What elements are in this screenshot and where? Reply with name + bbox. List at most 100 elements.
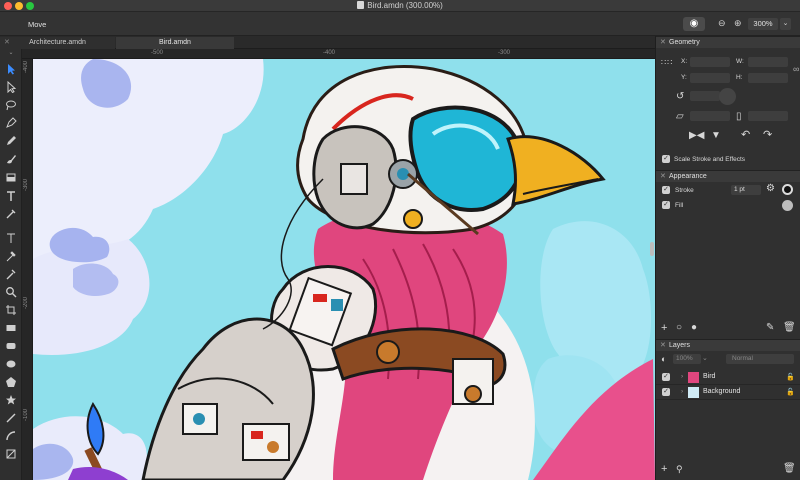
layer-thumbnail: [688, 387, 699, 398]
blend-mode-value[interactable]: Normal: [732, 355, 753, 362]
panel-title: Geometry: [669, 39, 700, 46]
pencil-icon[interactable]: [3, 133, 19, 149]
artwork-bird: [33, 59, 655, 480]
brush-clean-icon[interactable]: ✎: [766, 323, 774, 333]
fill-checkbox[interactable]: ✓: [662, 201, 670, 209]
brush-icon[interactable]: [3, 151, 19, 167]
w-label: W:: [736, 58, 744, 65]
delete-layer-icon[interactable]: 🗑: [783, 464, 796, 474]
tools-collapse-icon[interactable]: ⌄: [0, 49, 22, 57]
document-canvas[interactable]: [33, 59, 655, 480]
color-picker-icon[interactable]: [3, 248, 19, 264]
polygon-icon[interactable]: [3, 374, 19, 390]
eye-icon[interactable]: ◉: [683, 17, 705, 31]
zoom-icon[interactable]: [3, 284, 19, 300]
expand-chevron-icon[interactable]: ›: [681, 388, 683, 395]
rotation-field[interactable]: [690, 91, 720, 101]
tab-architecture[interactable]: ✕ Architecture.amdn: [0, 37, 115, 49]
search-icon[interactable]: ⚲: [676, 464, 683, 474]
node-tool-icon[interactable]: [3, 79, 19, 95]
vertical-scroll-thumb[interactable]: [650, 242, 654, 256]
text-icon[interactable]: [3, 188, 19, 204]
ruler-label: -400: [23, 61, 29, 74]
width-field[interactable]: [748, 57, 788, 67]
close-panel-icon[interactable]: ✕: [660, 340, 666, 352]
shear-field[interactable]: [690, 111, 730, 121]
shear-vertical-field[interactable]: [748, 111, 788, 121]
fill-color-swatch[interactable]: [782, 200, 793, 211]
pen-icon[interactable]: [3, 115, 19, 131]
add-fill-icon[interactable]: ●: [691, 323, 697, 333]
stroke-color-swatch[interactable]: [782, 184, 793, 195]
rotation-dial[interactable]: [719, 88, 736, 105]
anchor-grid-icon[interactable]: ∷∷: [661, 58, 673, 68]
arc-icon[interactable]: [3, 428, 19, 444]
rectangle-icon[interactable]: [3, 320, 19, 336]
scale-stroke-label: Scale Stroke and Effects: [674, 156, 746, 163]
color-picker-alt-icon[interactable]: [3, 266, 19, 282]
star-icon[interactable]: [3, 392, 19, 408]
stroke-width-field[interactable]: 1 pt: [731, 185, 761, 195]
scale-stroke-checkbox[interactable]: ✓: [662, 155, 670, 163]
ruler-label: -100: [23, 409, 29, 422]
x-field[interactable]: [690, 57, 730, 67]
title-bar: Bird.amdn (300.00%): [0, 0, 800, 12]
eyedropper-icon[interactable]: [3, 206, 19, 222]
zoom-in-icon[interactable]: ⊕: [734, 18, 742, 29]
lock-icon[interactable]: 🔓: [786, 388, 795, 396]
shear-vertical-icon[interactable]: ▯: [736, 112, 742, 122]
layer-name: Background: [703, 388, 741, 395]
window-title: Bird.amdn (300.00%): [0, 1, 800, 10]
ellipse-icon[interactable]: [3, 356, 19, 372]
y-field[interactable]: [690, 73, 730, 83]
add-icon[interactable]: +: [661, 323, 667, 334]
rotate-icon[interactable]: ↺: [676, 92, 684, 102]
expand-chevron-icon[interactable]: ›: [681, 373, 683, 380]
rounded-rectangle-icon[interactable]: [3, 338, 19, 354]
opacity-value[interactable]: 100%: [676, 355, 693, 362]
close-panel-icon[interactable]: ✕: [660, 171, 666, 183]
rotate-right-icon[interactable]: ↷: [763, 130, 772, 141]
close-tab-icon[interactable]: ✕: [4, 37, 10, 49]
layer-visibility-checkbox[interactable]: ✓: [662, 373, 670, 381]
trash-icon[interactable]: 🗑: [783, 323, 796, 333]
appearance-panel-header[interactable]: ✕ Appearance: [656, 170, 800, 182]
line-icon[interactable]: [3, 410, 19, 426]
geometry-panel-header[interactable]: ✕ Geometry: [656, 36, 800, 48]
layers-panel-header[interactable]: ✕ Layers: [656, 339, 800, 351]
fill-label: Fill: [675, 202, 684, 209]
add-layer-icon[interactable]: +: [661, 464, 667, 475]
horizontal-ruler[interactable]: -500 -400 -300: [22, 49, 655, 59]
ruler-label: -400: [323, 50, 336, 56]
layer-visibility-checkbox[interactable]: ✓: [662, 388, 670, 396]
chevron-down-icon[interactable]: ⌄: [702, 354, 708, 364]
layer-thumbnail: [688, 372, 699, 383]
layer-row-background[interactable]: ✓ › Background 🔓: [656, 385, 800, 400]
text-path-icon[interactable]: [3, 230, 19, 246]
close-panel-icon[interactable]: ✕: [660, 37, 666, 49]
stroke-label: Stroke: [675, 187, 694, 194]
tab-bird[interactable]: Bird.amdn: [116, 37, 234, 49]
lasso-icon[interactable]: [3, 97, 19, 113]
fill-tool-icon[interactable]: [3, 169, 19, 185]
context-toolbar: Move ◉ ⊖ ⊕ 300% ⌄: [0, 12, 800, 36]
lock-icon[interactable]: 🔓: [786, 373, 795, 381]
link-icon[interactable]: ∞: [793, 64, 799, 74]
add-stroke-icon[interactable]: ○: [676, 323, 682, 333]
chevron-down-icon[interactable]: ⌄: [780, 18, 791, 30]
vertical-ruler[interactable]: -400 -300 -200 -100: [22, 59, 33, 480]
frame-icon[interactable]: [3, 446, 19, 462]
move-tool-icon[interactable]: [3, 61, 19, 77]
shear-icon[interactable]: ▱: [676, 112, 684, 122]
height-field[interactable]: [748, 73, 788, 83]
flip-vertical-icon[interactable]: ▼: [711, 131, 721, 141]
crop-icon[interactable]: [3, 302, 19, 318]
layer-row-bird[interactable]: ✓ › Bird 🔓: [656, 370, 800, 385]
zoom-out-icon[interactable]: ⊖: [718, 18, 726, 29]
zoom-field[interactable]: 300%: [748, 18, 778, 30]
flip-horizontal-icon[interactable]: ▶◀: [689, 131, 704, 141]
gear-icon[interactable]: ⚙: [766, 184, 775, 194]
layer-name: Bird: [703, 373, 716, 380]
stroke-checkbox[interactable]: ✓: [662, 186, 670, 194]
rotate-left-icon[interactable]: ↶: [741, 130, 750, 141]
